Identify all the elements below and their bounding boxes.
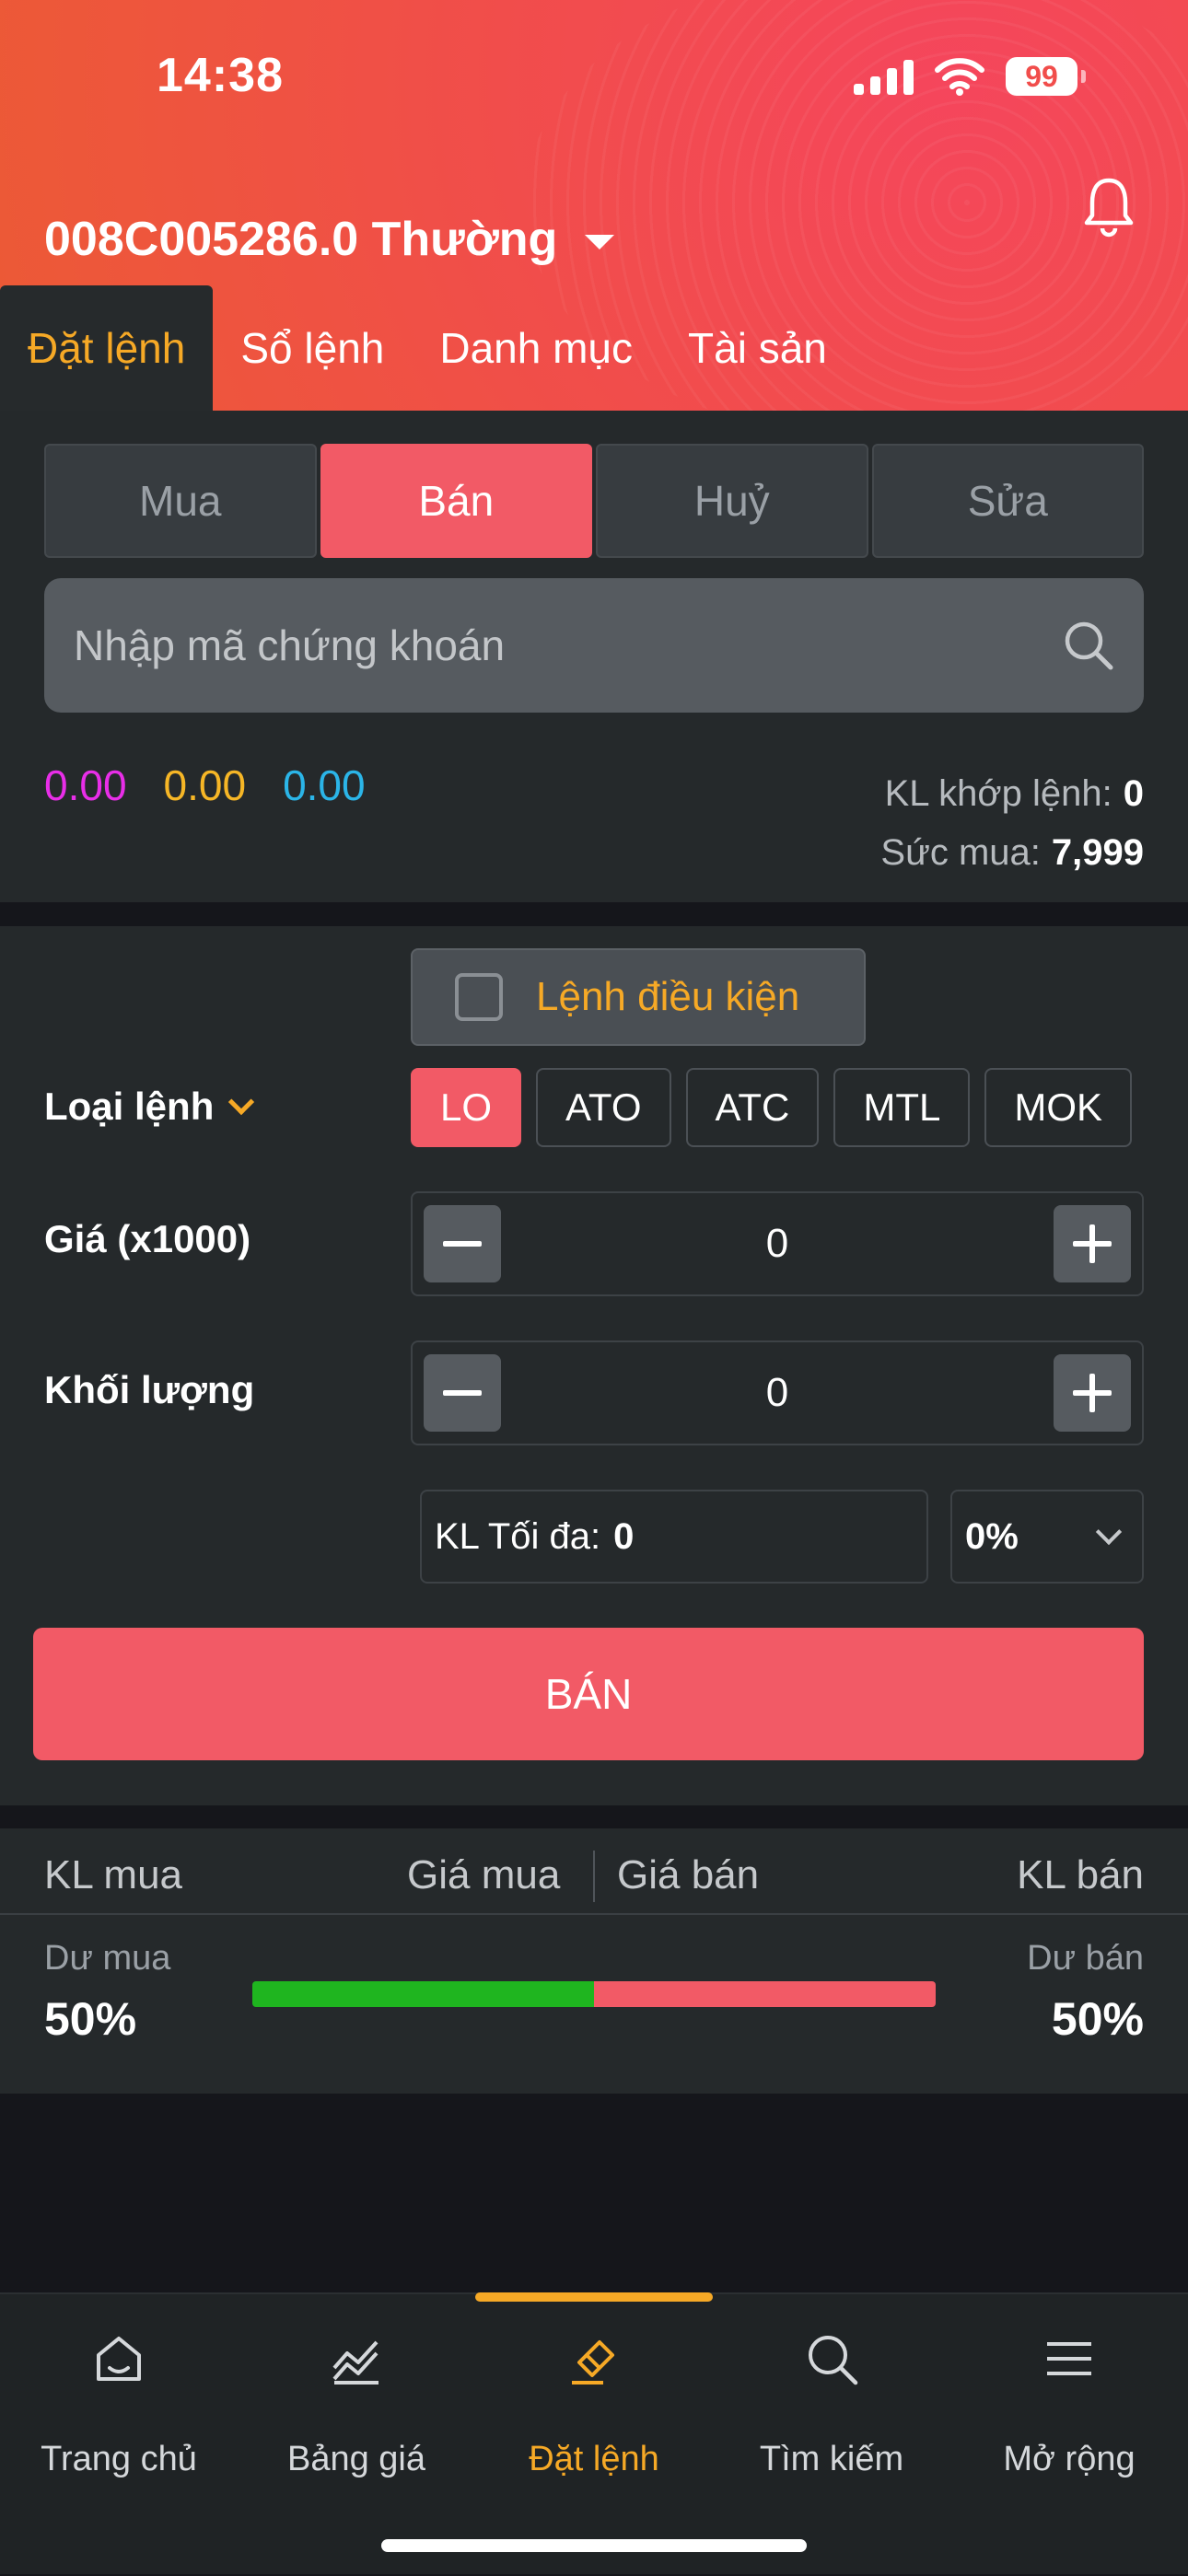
buy-sell-ratio-bar [252, 1981, 936, 2007]
conditional-checkbox[interactable] [455, 973, 503, 1021]
edit-tab-button[interactable]: Sửa [871, 444, 1144, 558]
search-icon[interactable] [1061, 618, 1116, 673]
nav-place-order-label: Đặt lệnh [529, 2440, 659, 2478]
buying-power-value: 7,999 [1051, 832, 1144, 873]
sell-tab-button[interactable]: Bán [320, 444, 592, 558]
percent-select[interactable]: 0% [950, 1490, 1144, 1584]
nav-more[interactable]: Mở rộng [950, 2294, 1188, 2576]
price-stepper: 0 [411, 1191, 1144, 1296]
conditional-label: Lệnh điều kiện [536, 974, 800, 1019]
ceiling-price: 0.00 [44, 761, 127, 809]
chevron-down-icon [228, 1088, 255, 1116]
account-name: 008C005286.0 Thường [44, 213, 558, 266]
main-tabs: Đặt lệnh Sổ lệnh Danh mục Tài sản [0, 285, 855, 411]
order-type-lo[interactable]: LO [411, 1068, 522, 1147]
wifi-icon [935, 58, 984, 96]
account-selector[interactable]: 008C005286.0 Thường [44, 212, 615, 267]
price-summary: 0.00 0.00 0.00 [44, 760, 366, 810]
price-input[interactable]: 0 [766, 1221, 788, 1267]
floor-price: 0.00 [283, 761, 366, 809]
bottom-nav: Trang chủ Bảng giá Đặt lệnh Tìm kiếm Mở … [0, 2292, 1188, 2574]
nav-price-board[interactable]: Bảng giá [238, 2294, 475, 2576]
submit-sell-button[interactable]: BÁN [33, 1628, 1144, 1760]
quantity-label: Khối lượng [44, 1368, 255, 1411]
sell-qty-header: KL bán [1017, 1852, 1144, 1897]
order-type-selector[interactable]: Loại lệnh [44, 1085, 255, 1129]
nav-price-board-label: Bảng giá [286, 2440, 425, 2478]
status-time: 14:38 [157, 49, 284, 102]
search-icon [809, 2336, 858, 2385]
reference-price: 0.00 [163, 761, 247, 809]
matched-volume-label: KL khớp lệnh: [884, 773, 1112, 814]
buy-price-header: Giá mua [407, 1852, 561, 1897]
signal-icon [854, 58, 914, 95]
sell-price-header: Giá bán [617, 1852, 760, 1897]
matched-volume-value: 0 [1123, 773, 1144, 814]
max-quantity: KL Tối đa: 0 [420, 1490, 928, 1584]
price-label: Giá (x1000) [44, 1217, 251, 1260]
chevron-down-icon [1095, 1518, 1123, 1546]
buying-power-label: Sức mua: [880, 832, 1041, 873]
buy-surplus-value: 50% [44, 1993, 137, 2045]
nav-search-label: Tìm kiếm [759, 2440, 904, 2478]
action-segment: Mua Bán Huỷ Sửa [44, 444, 1144, 558]
bell-icon[interactable] [1081, 175, 1136, 239]
active-nav-indicator [475, 2292, 713, 2302]
nav-home[interactable]: Trang chủ [0, 2294, 238, 2576]
battery-icon: 99 [1006, 57, 1086, 96]
nav-home-label: Trang chủ [41, 2440, 197, 2478]
quantity-decrement-button[interactable] [424, 1354, 501, 1432]
order-type-ato[interactable]: ATO [536, 1068, 671, 1147]
price-decrement-button[interactable] [424, 1205, 501, 1282]
sell-surplus-value: 50% [1051, 1993, 1144, 2045]
order-type-mtl[interactable]: MTL [833, 1068, 971, 1147]
order-type-list: LO ATO ATC MTL MOK [411, 1068, 1144, 1147]
menu-icon [1047, 2342, 1091, 2375]
home-indicator [381, 2539, 807, 2552]
orderbook-divider [593, 1851, 595, 1902]
tab-dat-lenh[interactable]: Đặt lệnh [0, 285, 214, 411]
home-icon [97, 2337, 141, 2381]
order-type-mok[interactable]: MOK [984, 1068, 1133, 1147]
quantity-input[interactable]: 0 [766, 1370, 788, 1416]
quantity-increment-button[interactable] [1053, 1354, 1131, 1432]
order-type-label: Loại lệnh [44, 1085, 215, 1128]
percent-value: 0% [965, 1515, 1019, 1557]
sell-surplus-label: Dư bán [1027, 1939, 1144, 1978]
status-icons: 99 [854, 57, 1086, 96]
symbol-search [44, 578, 1144, 713]
cancel-tab-button[interactable]: Huỷ [596, 444, 868, 558]
tab-so-lenh[interactable]: Sổ lệnh [213, 285, 412, 411]
nav-place-order[interactable]: Đặt lệnh [475, 2294, 713, 2576]
max-quantity-label: KL Tối đa: [435, 1515, 601, 1557]
tab-tai-san[interactable]: Tài sản [660, 285, 855, 411]
tab-danh-muc[interactable]: Danh mục [412, 285, 660, 411]
caret-down-icon [585, 235, 615, 249]
nav-more-label: Mở rộng [1003, 2440, 1136, 2478]
symbol-search-input[interactable] [72, 620, 1061, 671]
account-stats: KL khớp lệnh: 0 Sức mua: 7,999 [880, 764, 1144, 882]
ratio-sell-segment [594, 1981, 936, 2007]
matched-volume: KL khớp lệnh: 0 [880, 764, 1144, 823]
buying-power: Sức mua: 7,999 [880, 823, 1144, 882]
order-icon [572, 2340, 614, 2385]
quantity-stepper: 0 [411, 1340, 1144, 1445]
price-increment-button[interactable] [1053, 1205, 1131, 1282]
order-type-atc[interactable]: ATC [685, 1068, 820, 1147]
buy-tab-button[interactable]: Mua [44, 444, 317, 558]
conditional-order-toggle[interactable]: Lệnh điều kiện [411, 948, 866, 1046]
chart-icon [332, 2340, 379, 2385]
nav-search[interactable]: Tìm kiếm [713, 2294, 950, 2576]
buy-surplus-label: Dư mua [44, 1939, 171, 1978]
buy-qty-header: KL mua [44, 1852, 183, 1897]
ratio-buy-segment [252, 1981, 594, 2007]
max-quantity-value: 0 [613, 1515, 635, 1557]
